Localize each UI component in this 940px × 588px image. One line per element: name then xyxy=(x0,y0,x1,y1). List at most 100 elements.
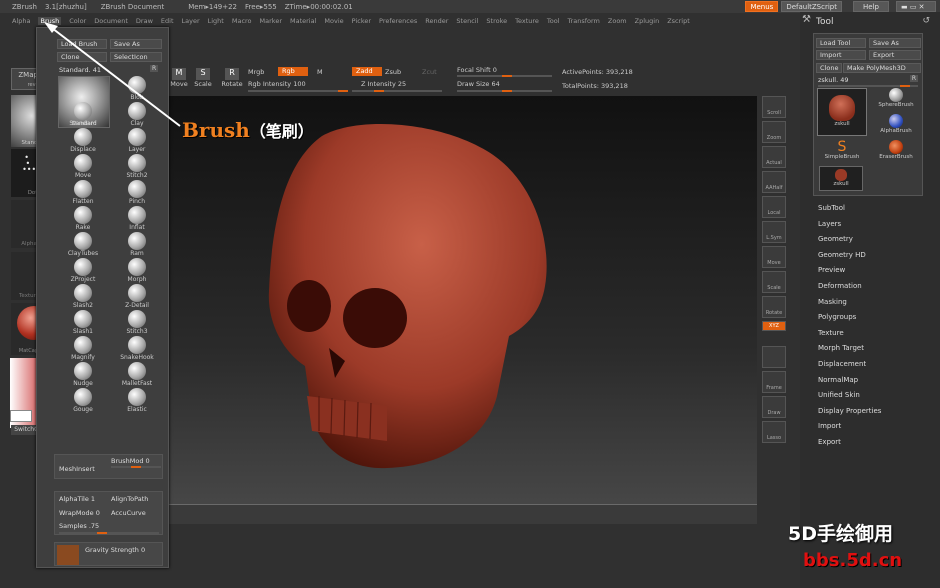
menu-transform[interactable]: Transform xyxy=(568,17,600,25)
brushmod-track[interactable] xyxy=(111,466,161,468)
shelf-aahalf-button[interactable]: AAHalf xyxy=(762,171,786,193)
mesh-insert-button[interactable]: MeshInsert xyxy=(59,465,95,473)
menu-texture[interactable]: Texture xyxy=(515,17,539,25)
tool-zskull-small[interactable]: zskull xyxy=(819,166,863,191)
brush-gouge-item[interactable]: Gouge xyxy=(57,388,109,413)
brush-save-as-button[interactable]: Save As xyxy=(110,39,162,49)
brushmod-slider[interactable]: BrushMod 0 xyxy=(111,457,150,465)
menu-alpha[interactable]: Alpha xyxy=(12,17,30,25)
brush-stitch2-item[interactable]: Stitch2 xyxy=(111,154,163,179)
tool-section-unified-skin[interactable]: Unified Skin xyxy=(818,388,928,404)
main-color-swatch[interactable] xyxy=(10,410,32,422)
menu-stroke[interactable]: Stroke xyxy=(486,17,507,25)
brush-clay-item[interactable]: Clay xyxy=(111,102,163,127)
menu-material[interactable]: Material xyxy=(290,17,316,25)
brush-morph-item[interactable]: Morph xyxy=(111,258,163,283)
tool-section-export[interactable]: Export xyxy=(818,435,928,451)
shelf-scale-button[interactable]: Scale xyxy=(762,271,786,293)
tool-save-as-button[interactable]: Save As xyxy=(869,38,921,48)
menu-draw[interactable]: Draw xyxy=(136,17,153,25)
zsub-button[interactable]: Zsub xyxy=(385,68,401,76)
brush-slash1-item[interactable]: Slash1 xyxy=(57,310,109,335)
menu-light[interactable]: Light xyxy=(208,17,224,25)
tool-slider-track[interactable] xyxy=(818,85,918,87)
brush-snakehook-item[interactable]: SnakeHook xyxy=(111,336,163,361)
menu-stencil[interactable]: Stencil xyxy=(456,17,478,25)
brush-standard-item[interactable]: Standard xyxy=(57,102,109,127)
menu-preferences[interactable]: Preferences xyxy=(379,17,417,25)
load-brush-button[interactable]: Load Brush xyxy=(57,39,107,49)
menu-layer[interactable]: Layer xyxy=(182,17,200,25)
brush-magnify-item[interactable]: Magnify xyxy=(57,336,109,361)
shelf-zoom-button[interactable]: Zoom xyxy=(762,121,786,143)
select-icon-button[interactable]: SelectIcon xyxy=(110,52,162,62)
tool-section-masking[interactable]: Masking xyxy=(818,295,928,311)
menu-zplugin[interactable]: Zplugin xyxy=(635,17,660,25)
rgb-intensity-track[interactable] xyxy=(248,90,348,92)
shelf-draw-button[interactable]: Draw xyxy=(762,396,786,418)
current-tool-slider[interactable]: zskull. 49 xyxy=(818,76,849,84)
shelf-move-button[interactable]: Move xyxy=(762,246,786,268)
scale-button[interactable]: S Scale xyxy=(193,68,213,88)
menu-zscript[interactable]: Zscript xyxy=(667,17,690,25)
wrapmode-slider[interactable]: WrapMode 0 xyxy=(59,509,100,517)
brush-displace-item[interactable]: Displace xyxy=(57,128,109,153)
move-button[interactable]: M Move xyxy=(169,68,189,88)
tool-eraserbrush[interactable]: EraserBrush xyxy=(870,140,922,160)
menu-zoom[interactable]: Zoom xyxy=(608,17,627,25)
menu-movie[interactable]: Movie xyxy=(324,17,343,25)
brush-zproject-item[interactable]: ZProject xyxy=(57,258,109,283)
current-brush-slider[interactable]: Standard. 41 xyxy=(59,66,101,74)
samples-track[interactable] xyxy=(59,532,159,534)
menus-button[interactable]: Menus xyxy=(745,1,779,12)
rotate-button[interactable]: R Rotate xyxy=(220,68,244,88)
menu-document[interactable]: Document xyxy=(94,17,128,25)
window-controls[interactable]: ▬ ▭ ✕ xyxy=(896,1,936,12)
menu-render[interactable]: Render xyxy=(425,17,448,25)
shelf-lsym-button[interactable]: L.Sym xyxy=(762,221,786,243)
tool-section-morph-target[interactable]: Morph Target xyxy=(818,341,928,357)
make-polymesh-button[interactable]: Make PolyMesh3D xyxy=(843,63,921,73)
shelf-spacer-button[interactable] xyxy=(762,346,786,368)
zcut-button[interactable]: Zcut xyxy=(422,68,437,76)
default-zscript-button[interactable]: DefaultZScript xyxy=(781,1,842,12)
shelf-xyz-button[interactable]: XYZ xyxy=(762,321,786,331)
shelf-scroll-button[interactable]: Scroll xyxy=(762,96,786,118)
tool-spherebrush[interactable]: SphereBrush xyxy=(870,88,922,108)
brush-pinch-item[interactable]: Pinch xyxy=(111,180,163,205)
brush-move-item[interactable]: Move xyxy=(57,154,109,179)
tool-section-subtool[interactable]: SubTool xyxy=(818,201,928,217)
draw-size-track[interactable] xyxy=(457,90,552,92)
tool-section-preview[interactable]: Preview xyxy=(818,263,928,279)
brush-ram-item[interactable]: Ram xyxy=(111,232,163,257)
accucurve-button[interactable]: AccuCurve xyxy=(111,509,146,517)
z-intensity-track[interactable] xyxy=(352,90,442,92)
brush-clone-button[interactable]: Clone xyxy=(57,52,107,62)
tool-section-layers[interactable]: Layers xyxy=(818,217,928,233)
brush-nudge-item[interactable]: Nudge xyxy=(57,362,109,387)
focal-shift-track[interactable] xyxy=(457,75,552,77)
gravity-strength-slider[interactable]: Gravity Strength 0 xyxy=(85,546,145,554)
rgb-intensity-slider[interactable]: Rgb Intensity 100 xyxy=(248,80,306,88)
tool-simplebrush[interactable]: S SimpleBrush xyxy=(817,140,867,160)
samples-slider[interactable]: Samples .75 xyxy=(59,522,99,530)
menu-edit[interactable]: Edit xyxy=(161,17,174,25)
menu-picker[interactable]: Picker xyxy=(352,17,371,25)
shelf-frame-button[interactable]: Frame xyxy=(762,371,786,393)
brush-elastic-item[interactable]: Elastic xyxy=(111,388,163,413)
load-tool-button[interactable]: Load Tool xyxy=(816,38,866,48)
brush-malletfast-item[interactable]: MalletFast xyxy=(111,362,163,387)
tool-r-button[interactable]: R xyxy=(909,75,918,82)
menu-marker[interactable]: Marker xyxy=(260,17,282,25)
brush-stitch3-item[interactable]: Stitch3 xyxy=(111,310,163,335)
undo-icon[interactable]: ↺ xyxy=(922,16,930,26)
tool-section-texture[interactable]: Texture xyxy=(818,326,928,342)
shelf-local-button[interactable]: Local xyxy=(762,196,786,218)
mrgb-button[interactable]: Mrgb xyxy=(248,68,264,76)
tool-section-displacement[interactable]: Displacement xyxy=(818,357,928,373)
brush-inflat-item[interactable]: Inflat xyxy=(111,206,163,231)
shelf-actual-button[interactable]: Actual xyxy=(762,146,786,168)
tool-section-geometry-hd[interactable]: Geometry HD xyxy=(818,248,928,264)
zadd-button[interactable]: Zadd xyxy=(352,67,382,76)
rgb-button[interactable]: Rgb xyxy=(278,67,308,76)
